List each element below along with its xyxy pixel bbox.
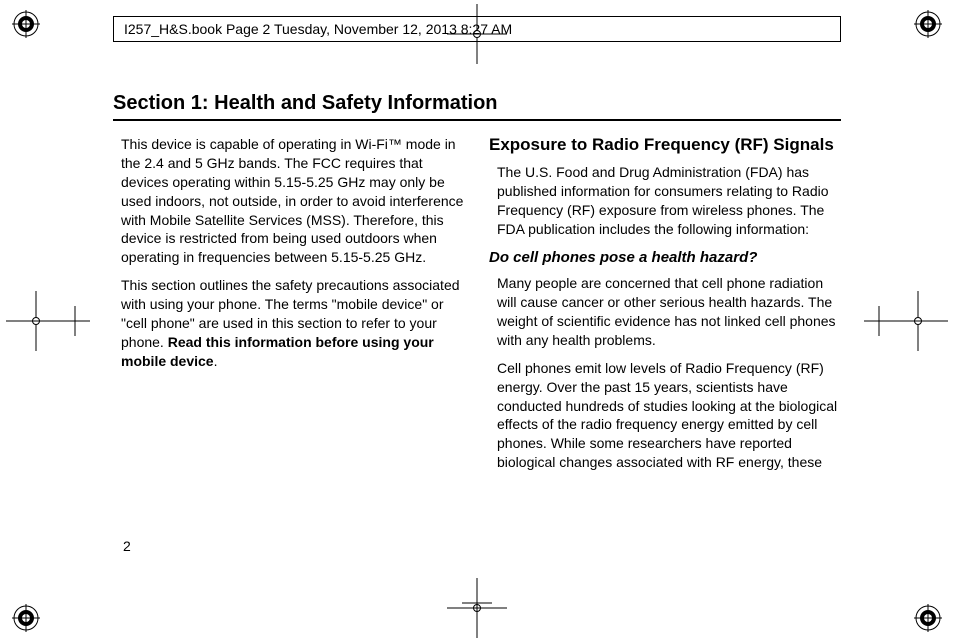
page-number: 2 [123,538,131,554]
paragraph: Cell phones emit low levels of Radio Fre… [497,359,841,472]
column-left: This device is capable of operating in W… [113,135,465,481]
crop-mark-icon [864,306,894,336]
registration-mark-icon [12,10,40,38]
paragraph: The U.S. Food and Drug Administration (F… [497,163,841,239]
column-right: Exposure to Radio Frequency (RF) Signals… [489,135,841,481]
crop-mark-icon [888,291,948,351]
registration-mark-icon [12,604,40,632]
crop-mark-icon [6,291,66,351]
columns: This device is capable of operating in W… [113,135,841,481]
paragraph: This section outlines the safety precaut… [121,276,465,370]
header-text: I257_H&S.book Page 2 Tuesday, November 1… [124,21,512,37]
paragraph: Many people are concerned that cell phon… [497,274,841,350]
paragraph: This device is capable of operating in W… [121,135,465,267]
subheading: Exposure to Radio Frequency (RF) Signals [489,135,841,155]
registration-mark-icon [914,604,942,632]
crop-mark-icon [60,306,90,336]
text-bold: Read this information before using your … [121,334,434,369]
registration-mark-icon [914,10,942,38]
document-header: I257_H&S.book Page 2 Tuesday, November 1… [113,16,841,42]
text: This device is capable of operating in W… [121,136,463,265]
title-rule [113,119,841,121]
section-title: Section 1: Health and Safety Information [113,92,841,115]
text: . [214,353,218,369]
crop-mark-icon [462,588,492,618]
page-content: Section 1: Health and Safety Information… [113,92,841,481]
subheading-italic: Do cell phones pose a health hazard? [489,248,841,268]
